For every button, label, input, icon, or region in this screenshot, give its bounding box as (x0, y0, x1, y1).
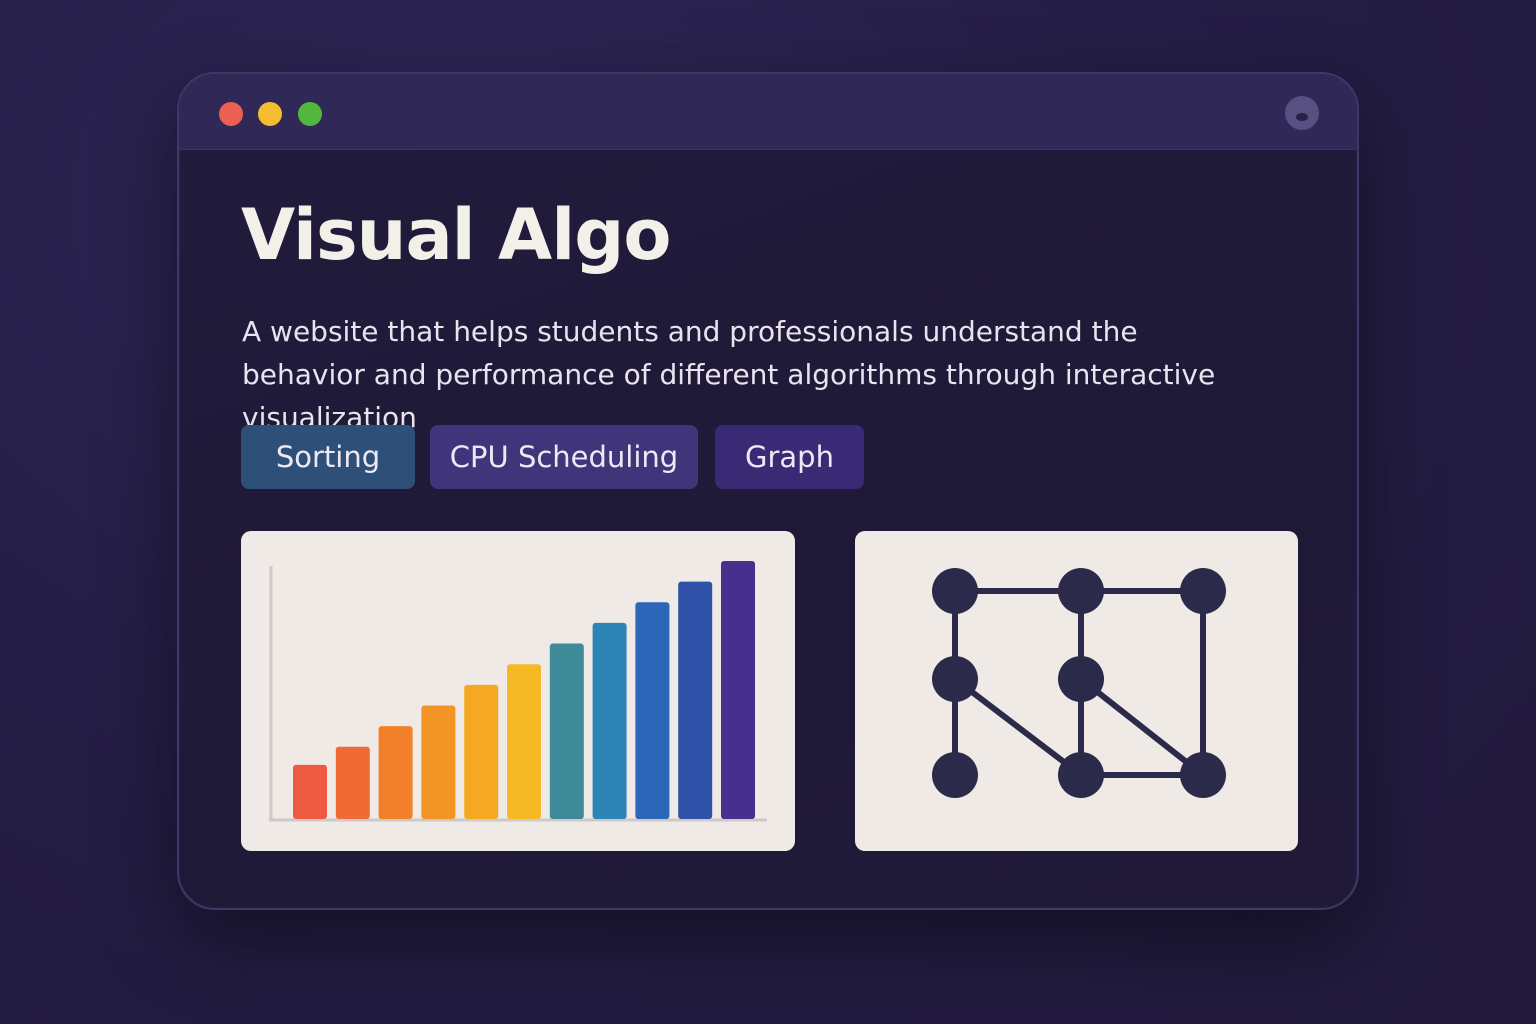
chart-bar-3 (378, 726, 413, 819)
maximize-window-button[interactable] (298, 102, 322, 126)
graph-edge-9 (1079, 676, 1205, 778)
graph-edge-8 (953, 676, 1083, 778)
sorting-bar-chart (269, 561, 767, 822)
graph-preview-card[interactable] (855, 531, 1298, 851)
graph-node-2 (1058, 568, 1104, 614)
sorting-preview-card[interactable] (241, 531, 795, 851)
chart-bar-1 (293, 764, 327, 819)
tab-cpu-scheduling[interactable]: CPU Scheduling (430, 425, 698, 489)
chart-bar-11 (721, 561, 755, 819)
chart-bar-8 (592, 622, 627, 819)
close-window-button[interactable] (219, 102, 243, 126)
graph-node-8 (1180, 752, 1226, 798)
chart-bar-7 (549, 643, 584, 819)
tab-graph[interactable]: Graph (715, 425, 864, 489)
chart-bar-9 (635, 602, 670, 819)
graph-node-6 (932, 752, 978, 798)
page-title: Visual Algo (241, 194, 671, 276)
chart-bar-2 (335, 746, 370, 819)
graph-node-7 (1058, 752, 1104, 798)
graph-node-4 (932, 656, 978, 702)
minimize-window-button[interactable] (258, 102, 282, 126)
chart-bar-5 (464, 684, 499, 819)
chart-bar-10 (678, 581, 713, 819)
graph-node-1 (932, 568, 978, 614)
page-description: A website that helps students and profes… (242, 315, 1216, 434)
app-window: Visual Algo A website that helps student… (177, 72, 1359, 910)
graph-diagram (932, 568, 1226, 798)
title-bar (179, 74, 1357, 150)
tab-sorting[interactable]: Sorting (241, 425, 415, 489)
profile-icon[interactable] (1285, 96, 1319, 130)
graph-node-5 (1058, 656, 1104, 702)
chart-bar-4 (421, 705, 456, 819)
chart-bar-6 (507, 664, 541, 819)
graph-node-3 (1180, 568, 1226, 614)
